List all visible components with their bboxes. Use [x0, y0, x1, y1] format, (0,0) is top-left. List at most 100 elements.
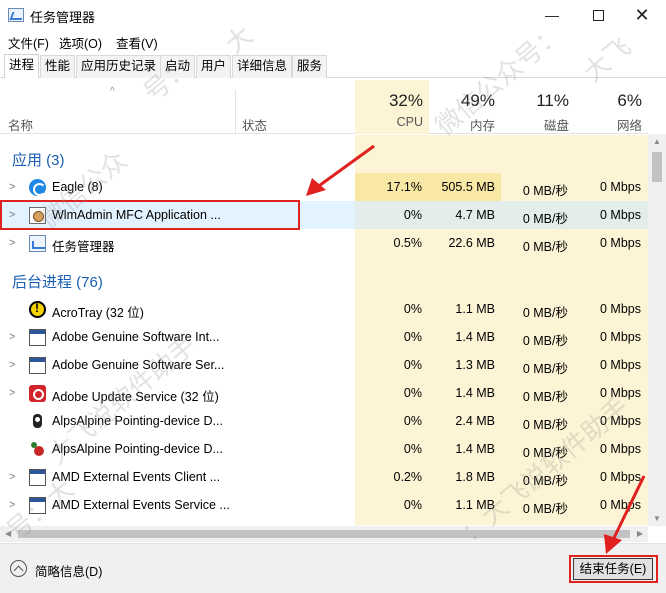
menu-options[interactable]: 选项(O) — [59, 33, 102, 52]
process-name: Eagle (8) — [52, 180, 103, 194]
horizontal-scroll-thumb[interactable] — [18, 530, 630, 538]
memory-value: 1.8 MB — [455, 470, 495, 484]
process-name: Adobe Genuine Software Int... — [52, 330, 220, 344]
table-row[interactable]: AlpsAlpine Pointing-device D... 0% 1.4 M… — [0, 435, 648, 463]
scroll-up-icon[interactable]: ▲ — [653, 137, 661, 146]
tab-bar: 进程 性能 应用历史记录 启动 用户 详细信息 服务 — [0, 52, 666, 78]
tab-users[interactable]: 用户 — [196, 55, 232, 78]
memory-value: 22.6 MB — [448, 236, 495, 250]
tab-startup[interactable]: 启动 — [160, 55, 196, 78]
header-divider[interactable] — [235, 90, 236, 133]
disk-value: 0 MB/秒 — [522, 306, 568, 320]
expand-chevron-icon[interactable]: > — [9, 331, 15, 343]
window-icon — [29, 469, 46, 486]
eagle-icon — [29, 179, 46, 196]
vertical-scroll-thumb[interactable] — [652, 152, 662, 182]
memory-value: 1.1 MB — [455, 302, 495, 316]
cpu-value: 0% — [403, 330, 422, 344]
group-title-background: 后台进程 (76) — [12, 274, 103, 291]
cpu-value: 0% — [403, 442, 422, 456]
expand-chevron-icon[interactable]: > — [9, 237, 15, 249]
vertical-scrollbar[interactable]: ▲ ▼ — [648, 134, 666, 526]
sort-indicator-icon: ^ — [110, 86, 115, 97]
memory-value: 1.1 MB — [455, 498, 495, 512]
adobe-icon — [29, 385, 46, 402]
header-memory[interactable]: 49% 内存 — [429, 80, 501, 134]
close-button[interactable]: ✕ — [620, 0, 664, 30]
memory-value: 2.4 MB — [455, 414, 495, 428]
process-name: Adobe Genuine Software Ser... — [52, 358, 225, 372]
network-value: 0 Mbps — [600, 414, 641, 428]
process-name: AlpsAlpine Pointing-device D... — [52, 414, 223, 428]
menu-file[interactable]: 文件(F) — [8, 33, 49, 52]
alps-icon — [29, 413, 46, 430]
tab-performance[interactable]: 性能 — [40, 55, 76, 78]
expand-chevron-icon[interactable]: > — [9, 359, 15, 371]
network-value: 0 Mbps — [600, 208, 641, 222]
tab-processes[interactable]: 进程 — [4, 54, 40, 78]
column-header: ^ 名称 状态 32% CPU 49% 内存 11% 磁盘 6% 网络 — [0, 80, 648, 134]
disk-value: 0 MB/秒 — [522, 362, 568, 376]
memory-value: 1.4 MB — [455, 442, 495, 456]
network-label: 网络 — [616, 119, 642, 133]
cpu-value: 0% — [403, 386, 422, 400]
process-name: AMD External Events Service ... — [52, 498, 230, 512]
table-row[interactable]: AlpsAlpine Pointing-device D... 0% 2.4 M… — [0, 407, 648, 435]
cpu-value: 0.5% — [393, 236, 423, 250]
table-row[interactable]: > Adobe Genuine Software Ser... 0% 1.3 M… — [0, 351, 648, 379]
network-value: 0 Mbps — [600, 386, 641, 400]
disk-value: 0 MB/秒 — [522, 390, 568, 404]
disk-value: 0 MB/秒 — [522, 502, 568, 516]
table-row[interactable]: > Adobe Genuine Software Int... 0% 1.4 M… — [0, 323, 648, 351]
maximize-icon — [592, 9, 604, 21]
disk-label: 磁盘 — [543, 119, 569, 133]
tab-app-history[interactable]: 应用历史记录 — [76, 55, 162, 78]
collapse-up-icon[interactable] — [10, 560, 27, 577]
table-row[interactable]: AcroTray (32 位) 0% 1.1 MB 0 MB/秒 0 Mbps — [0, 295, 648, 323]
disk-value: 0 MB/秒 — [522, 212, 568, 226]
process-name: AlpsAlpine Pointing-device D... — [52, 442, 223, 456]
cpu-value: 0% — [403, 414, 422, 428]
memory-value: 1.4 MB — [455, 386, 495, 400]
scroll-left-icon[interactable]: ◀ — [5, 529, 11, 538]
fewer-details-link[interactable]: 简略信息(D) — [35, 561, 102, 580]
header-network[interactable]: 6% 网络 — [575, 80, 648, 134]
horizontal-scrollbar[interactable]: ◀ ▶ — [0, 526, 648, 542]
disk-value: 0 MB/秒 — [522, 446, 568, 460]
network-value: 0 Mbps — [600, 180, 641, 194]
disk-value: 0 MB/秒 — [522, 334, 568, 348]
expand-chevron-icon[interactable]: > — [9, 181, 15, 193]
table-row[interactable]: > Adobe Update Service (32 位) 0% 1.4 MB … — [0, 379, 648, 407]
group-header-background[interactable]: 后台进程 (76) — [0, 265, 648, 293]
table-row[interactable]: > AMD External Events Client ... 0.2% 1.… — [0, 463, 648, 491]
window-icon — [29, 329, 46, 346]
expand-chevron-icon[interactable]: > — [9, 499, 15, 511]
group-title-apps: 应用 (3) — [12, 152, 65, 169]
table-row[interactable]: > 任务管理器 0.5% 22.6 MB 0 MB/秒 0 Mbps — [0, 229, 648, 257]
header-disk[interactable]: 11% 磁盘 — [501, 80, 575, 134]
expand-chevron-icon[interactable]: > — [9, 471, 15, 483]
annotation-highlight-button — [569, 555, 658, 583]
minimize-button[interactable]: — — [530, 0, 574, 30]
memory-value: 505.5 MB — [441, 180, 495, 194]
disk-value: 0 MB/秒 — [522, 474, 568, 488]
memory-value: 1.3 MB — [455, 358, 495, 372]
cpu-value: 0% — [403, 498, 422, 512]
maximize-button[interactable] — [576, 0, 620, 30]
process-name: AcroTray (32 位) — [52, 306, 144, 320]
table-row[interactable]: > AMD External Events Service ... 0% 1.1… — [0, 491, 648, 519]
expand-chevron-icon[interactable]: > — [9, 387, 15, 399]
cpu-percent: 32% — [388, 91, 423, 110]
memory-label: 内存 — [469, 119, 495, 133]
memory-percent: 49% — [460, 91, 495, 110]
header-status[interactable]: 状态 — [242, 115, 267, 134]
menu-view[interactable]: 查看(V) — [116, 33, 158, 52]
disk-percent: 11% — [536, 91, 569, 110]
header-name[interactable]: 名称 — [8, 115, 33, 134]
tab-services[interactable]: 服务 — [292, 55, 328, 78]
header-cpu[interactable]: 32% CPU — [355, 80, 429, 134]
cpu-value: 0% — [403, 302, 422, 316]
tab-details[interactable]: 详细信息 — [232, 55, 293, 78]
disk-value: 0 MB/秒 — [522, 240, 568, 254]
network-value: 0 Mbps — [600, 302, 641, 316]
